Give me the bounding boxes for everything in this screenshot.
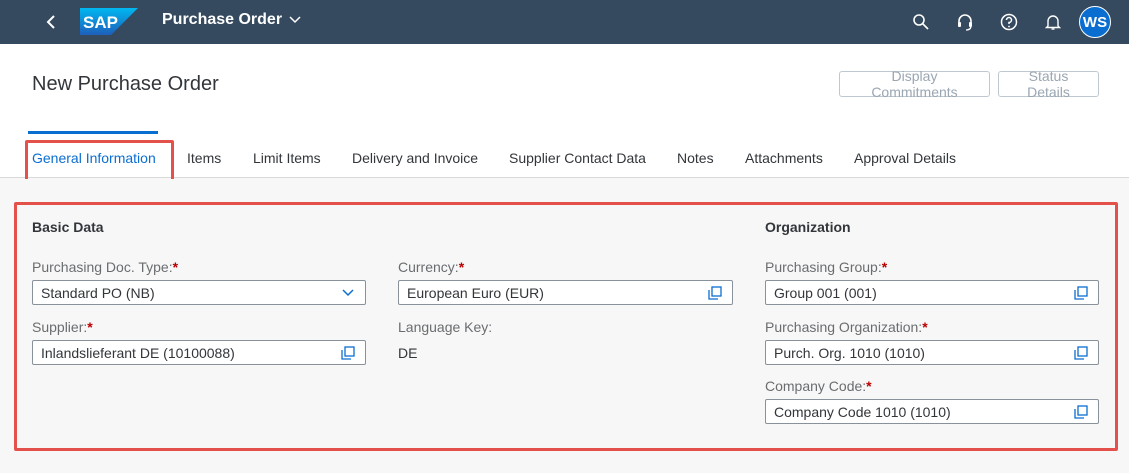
chevron-down-icon [342, 288, 354, 296]
tab-attachments[interactable]: Attachments [745, 150, 823, 166]
help-button[interactable] [997, 10, 1021, 34]
currency-field[interactable]: European Euro (EUR) [398, 280, 733, 305]
currency-label-text: Currency: [398, 259, 459, 275]
object-header: New Purchase Order Display Commitments S… [0, 44, 1129, 178]
currency-label: Currency:* [398, 259, 464, 275]
chevron-down-icon [289, 16, 301, 24]
language-key-value: DE [398, 345, 418, 361]
tab-bar: General Information Items Limit Items De… [0, 140, 1129, 178]
page-title: New Purchase Order [32, 73, 219, 95]
tab-delivery-and-invoice[interactable]: Delivery and Invoice [352, 150, 478, 166]
status-details-button[interactable]: Status Details [998, 68, 1099, 100]
back-button[interactable] [38, 9, 64, 35]
user-avatar[interactable]: WS [1079, 6, 1111, 38]
active-tab-indicator [28, 131, 158, 134]
value-help-icon [708, 285, 722, 300]
doc-type-value: Standard PO (NB) [41, 284, 155, 301]
tab-items[interactable]: Items [187, 150, 221, 166]
brand-text: SAP [83, 13, 118, 32]
value-help-button[interactable] [1072, 344, 1090, 362]
value-help-button[interactable] [1072, 403, 1090, 421]
notifications-button[interactable] [1041, 10, 1065, 34]
shell-bar: SAP Purchase Order WS [0, 0, 1129, 44]
search-button[interactable] [909, 10, 933, 34]
dropdown-toggle[interactable] [339, 284, 357, 302]
required-marker: * [881, 259, 888, 275]
supplier-value: Inlandslieferant DE (10100088) [41, 344, 235, 361]
company-code-value: Company Code 1010 (1010) [774, 403, 951, 420]
headset-icon [958, 14, 972, 31]
tab-limit-items[interactable]: Limit Items [253, 150, 321, 166]
purchasing-org-value: Purch. Org. 1010 (1010) [774, 344, 925, 361]
supplier-label: Supplier:* [32, 319, 93, 335]
sap-logo: SAP [80, 8, 138, 35]
purchasing-org-field[interactable]: Purch. Org. 1010 (1010) [765, 340, 1099, 365]
doc-type-label: Purchasing Doc. Type:* [32, 259, 178, 275]
tab-general-information[interactable]: General Information [32, 150, 156, 166]
value-help-button[interactable] [706, 284, 724, 302]
supplier-field[interactable]: Inlandslieferant DE (10100088) [32, 340, 366, 365]
language-key-label: Language Key: [398, 319, 493, 335]
required-marker: * [87, 319, 93, 335]
purchasing-group-field[interactable]: Group 001 (001) [765, 280, 1099, 305]
value-help-icon [341, 345, 355, 360]
doc-type-label-text: Purchasing Doc. Type: [32, 259, 173, 275]
company-code-label: Company Code:* [765, 378, 872, 394]
currency-value: European Euro (EUR) [407, 284, 544, 301]
general-information-panel [0, 179, 1129, 473]
value-help-icon [1074, 285, 1088, 300]
search-icon [913, 14, 929, 30]
basic-data-title: Basic Data [32, 219, 104, 235]
required-marker: * [172, 259, 179, 275]
question-icon [1000, 13, 1018, 31]
help-support-button[interactable] [953, 10, 977, 34]
supplier-label-text: Supplier: [32, 319, 88, 335]
value-help-icon [1074, 345, 1088, 360]
purchasing-group-value: Group 001 (001) [774, 284, 877, 301]
chevron-left-icon [46, 15, 55, 29]
display-commitments-button[interactable]: Display Commitments [839, 68, 990, 100]
tab-notes[interactable]: Notes [677, 150, 714, 166]
value-help-button[interactable] [1072, 284, 1090, 302]
doc-type-select[interactable]: Standard PO (NB) [32, 280, 366, 305]
purchasing-org-label: Purchasing Organization:* [765, 319, 928, 335]
company-code-label-text: Company Code: [765, 378, 867, 394]
tab-supplier-contact-data[interactable]: Supplier Contact Data [509, 150, 646, 166]
required-marker: * [866, 378, 872, 394]
value-help-icon [1074, 404, 1088, 419]
bell-icon [1044, 15, 1062, 30]
tab-approval-details[interactable]: Approval Details [854, 150, 956, 166]
company-code-field[interactable]: Company Code 1010 (1010) [765, 399, 1099, 424]
value-help-button[interactable] [339, 344, 357, 362]
organization-title: Organization [765, 219, 851, 235]
app-title: Purchase Order [162, 11, 283, 28]
required-marker: * [458, 259, 465, 275]
purchasing-group-label: Purchasing Group:* [765, 259, 887, 275]
required-marker: * [922, 319, 928, 335]
purchasing-org-label-text: Purchasing Organization: [765, 319, 923, 335]
purchasing-group-label-text: Purchasing Group: [765, 259, 882, 275]
app-title-menu[interactable]: Purchase Order [162, 11, 302, 29]
